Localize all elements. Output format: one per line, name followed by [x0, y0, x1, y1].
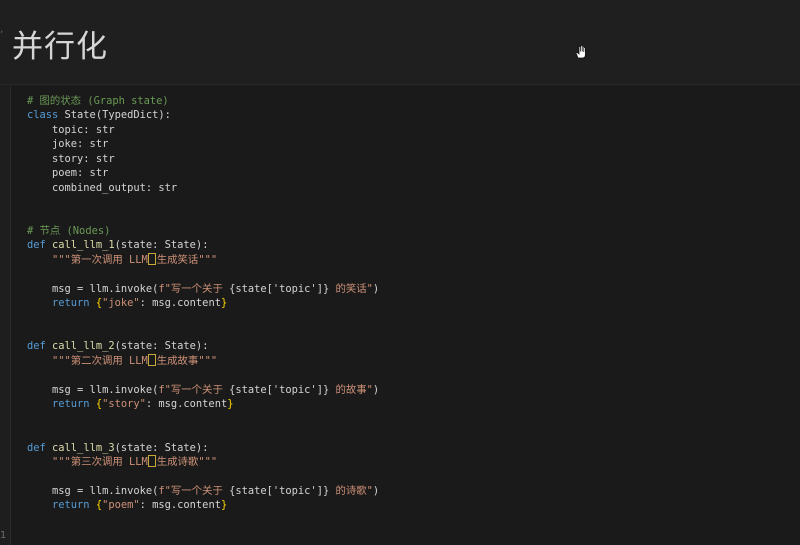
code-line: return {"joke": msg.content} [27, 297, 228, 310]
code-line: joke: str [27, 138, 109, 151]
code-line: def call_llm_2(state: State): [27, 340, 209, 353]
keyword: def [27, 441, 46, 454]
code-line: class State(TypedDict): [27, 108, 379, 122]
code-line: story: str [27, 152, 115, 165]
code-line: return {"poem": msg.content} [27, 499, 228, 512]
docstring-line: """第三次调用 LLM 生成诗歌""" [27, 454, 218, 468]
fstring-expr: {state['topic']} [229, 282, 330, 295]
code-line: def call_llm_3(state: State): [27, 441, 209, 454]
docstring-line: """第一次调用 LLM 生成笑话""" [27, 252, 218, 266]
code-comment: # 节点 (Nodes) [27, 224, 111, 237]
keyword: def [27, 239, 46, 252]
code-line: def call_llm_1(state: State): [27, 238, 379, 252]
code-line: poem: str [27, 167, 109, 180]
code-line: topic: str [27, 123, 115, 136]
function-name: call_llm_3 [45, 441, 115, 454]
missing-glyph-box [147, 252, 156, 265]
docstring-line: """第二次调用 LLM 生成故事""" [27, 353, 218, 367]
keyword: def [27, 340, 46, 353]
collapse-marker[interactable]: ʼ [0, 30, 3, 42]
code-line: msg = llm.invoke(f"写一个关于 {state['topic']… [27, 383, 380, 396]
missing-glyph-box [147, 454, 156, 467]
code-editor[interactable]: # 图的状态 (Graph state) class State(TypedDic… [27, 94, 379, 513]
code-line: msg = llm.invoke(f"写一个关于 {state['topic']… [27, 484, 380, 497]
code-text: (state: State): [114, 239, 209, 252]
code-line: combined_output: str [27, 181, 178, 194]
gutter-mark: 1 [0, 530, 7, 541]
function-name: call_llm_2 [45, 340, 115, 353]
notebook-header: ʼ 并行化 [0, 0, 800, 85]
missing-glyph-box [147, 353, 156, 366]
hand-cursor-icon [575, 44, 586, 59]
code-comment: # 图的状态 (Graph state) [27, 95, 169, 107]
code-line: return {"story": msg.content} [27, 398, 234, 411]
page-title: 并行化 [12, 29, 108, 65]
keyword: class [27, 109, 59, 122]
code-line: msg = llm.invoke(f"写一个关于 {state['topic']… [27, 282, 380, 295]
function-name: call_llm_1 [45, 239, 115, 252]
code-text: State(TypedDict): [58, 109, 171, 122]
